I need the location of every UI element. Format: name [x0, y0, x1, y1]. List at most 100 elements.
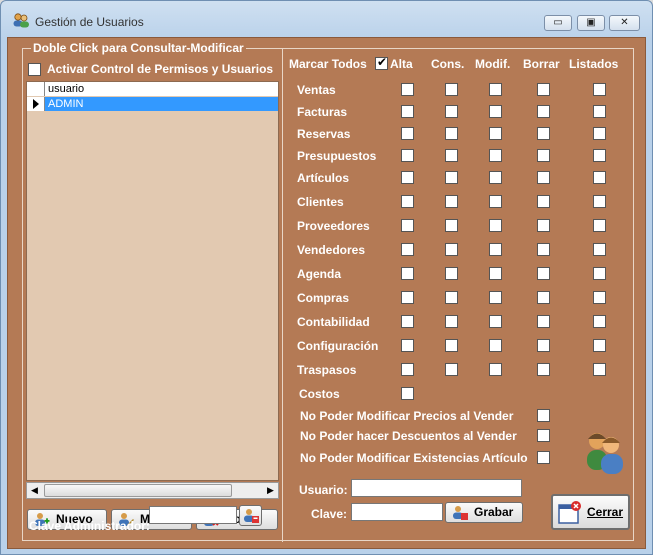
permission-checkbox[interactable]	[593, 219, 606, 232]
permission-checkbox[interactable]	[489, 243, 502, 256]
grid-horizontal-scrollbar[interactable]: ◀ ▶	[26, 482, 279, 499]
permission-checkbox[interactable]	[445, 127, 458, 140]
permission-checkbox[interactable]	[593, 127, 606, 140]
permission-checkbox[interactable]	[593, 149, 606, 162]
permission-checkbox[interactable]	[593, 339, 606, 352]
permission-checkbox[interactable]	[401, 291, 414, 304]
permission-checkbox[interactable]	[593, 171, 606, 184]
permission-checkbox[interactable]	[401, 149, 414, 162]
usuario-label: Usuario:	[299, 483, 348, 497]
option-checkbox[interactable]	[537, 429, 550, 442]
permission-checkbox[interactable]	[489, 83, 502, 96]
permission-checkbox[interactable]	[593, 83, 606, 96]
grabar-button[interactable]: Grabar	[445, 502, 523, 523]
permission-checkbox[interactable]	[537, 105, 550, 118]
permission-checkbox[interactable]	[445, 339, 458, 352]
usuario-input[interactable]	[351, 479, 522, 497]
groupbox-caption: Doble Click para Consultar-Modificar	[31, 41, 246, 55]
permission-checkbox[interactable]	[537, 267, 550, 280]
permission-checkbox[interactable]	[489, 339, 502, 352]
clave-admin-input[interactable]	[149, 506, 237, 524]
scroll-left-icon[interactable]: ◀	[27, 483, 42, 498]
permission-checkbox[interactable]	[489, 195, 502, 208]
scroll-thumb[interactable]	[44, 484, 232, 497]
permission-checkbox[interactable]	[489, 127, 502, 140]
permission-checkbox[interactable]	[401, 83, 414, 96]
permission-checkbox[interactable]	[401, 195, 414, 208]
permission-checkbox[interactable]	[489, 149, 502, 162]
permission-checkbox[interactable]	[445, 267, 458, 280]
permission-checkbox[interactable]	[489, 219, 502, 232]
marcar-todos-label: Marcar Todos	[289, 57, 367, 71]
permission-checkbox[interactable]	[401, 267, 414, 280]
permission-checkbox[interactable]	[537, 127, 550, 140]
permission-label: Reservas	[297, 127, 351, 141]
grid-header-row: usuario	[27, 82, 278, 96]
permission-checkbox[interactable]	[537, 363, 550, 376]
permission-label: Ventas	[297, 83, 336, 97]
permission-checkbox[interactable]	[445, 291, 458, 304]
close-window-button[interactable]: ✕	[609, 15, 640, 31]
permission-checkbox[interactable]	[593, 291, 606, 304]
permission-checkbox[interactable]	[445, 219, 458, 232]
permission-checkbox[interactable]	[445, 149, 458, 162]
grid-header-indicator	[27, 82, 45, 96]
permission-checkbox[interactable]	[489, 363, 502, 376]
permission-checkbox[interactable]	[537, 171, 550, 184]
costos-checkbox[interactable]	[401, 387, 414, 400]
permission-checkbox[interactable]	[401, 243, 414, 256]
permission-checkbox[interactable]	[593, 105, 606, 118]
permission-checkbox[interactable]	[489, 267, 502, 280]
permission-checkbox[interactable]	[401, 171, 414, 184]
activar-control-label: Activar Control de Permisos y Usuarios	[47, 62, 274, 76]
close-icon: ✕	[620, 17, 629, 28]
users-grid[interactable]: usuario ADMIN	[26, 81, 279, 481]
permission-checkbox[interactable]	[401, 315, 414, 328]
permission-checkbox[interactable]	[537, 339, 550, 352]
permission-checkbox[interactable]	[537, 315, 550, 328]
permission-label: Presupuestos	[297, 149, 377, 163]
permission-checkbox[interactable]	[537, 195, 550, 208]
permission-checkbox[interactable]	[537, 219, 550, 232]
permission-checkbox[interactable]	[401, 363, 414, 376]
permission-checkbox[interactable]	[593, 363, 606, 376]
clave-admin-button[interactable]	[239, 505, 262, 526]
permission-checkbox[interactable]	[445, 171, 458, 184]
permission-checkbox[interactable]	[593, 243, 606, 256]
permission-checkbox[interactable]	[593, 195, 606, 208]
permission-checkbox[interactable]	[401, 219, 414, 232]
title-bar[interactable]: Gestión de Usuarios ▭ ▣ ✕	[1, 1, 652, 37]
permission-checkbox[interactable]	[593, 315, 606, 328]
activar-control-checkbox[interactable]	[28, 63, 41, 76]
cerrar-button[interactable]: Cerrar	[551, 494, 630, 530]
permission-checkbox[interactable]	[445, 105, 458, 118]
permission-checkbox[interactable]	[401, 127, 414, 140]
permission-checkbox[interactable]	[489, 315, 502, 328]
permission-checkbox[interactable]	[445, 243, 458, 256]
permission-checkbox[interactable]	[537, 291, 550, 304]
maximize-button[interactable]: ▣	[577, 15, 605, 31]
permission-checkbox[interactable]	[445, 195, 458, 208]
maximize-icon: ▣	[586, 17, 596, 28]
grid-column-usuario[interactable]: usuario	[45, 82, 278, 96]
permission-checkbox[interactable]	[445, 83, 458, 96]
permission-checkbox[interactable]	[537, 243, 550, 256]
permission-checkbox[interactable]	[445, 315, 458, 328]
permission-checkbox[interactable]	[401, 339, 414, 352]
marcar-todos-checkbox[interactable]	[375, 55, 388, 70]
option-checkbox[interactable]	[537, 451, 550, 464]
permission-checkbox[interactable]	[593, 267, 606, 280]
permission-checkbox[interactable]	[401, 105, 414, 118]
permission-checkbox[interactable]	[489, 105, 502, 118]
table-row[interactable]: ADMIN	[27, 97, 278, 111]
user-cell[interactable]: ADMIN	[45, 97, 278, 111]
permission-checkbox[interactable]	[489, 171, 502, 184]
scroll-right-icon[interactable]: ▶	[263, 483, 278, 498]
permission-checkbox[interactable]	[489, 291, 502, 304]
permission-checkbox[interactable]	[537, 149, 550, 162]
permission-checkbox[interactable]	[445, 363, 458, 376]
clave-input[interactable]	[351, 503, 443, 521]
permission-checkbox[interactable]	[537, 83, 550, 96]
option-checkbox[interactable]	[537, 409, 550, 422]
minimize-button[interactable]: ▭	[544, 15, 572, 31]
